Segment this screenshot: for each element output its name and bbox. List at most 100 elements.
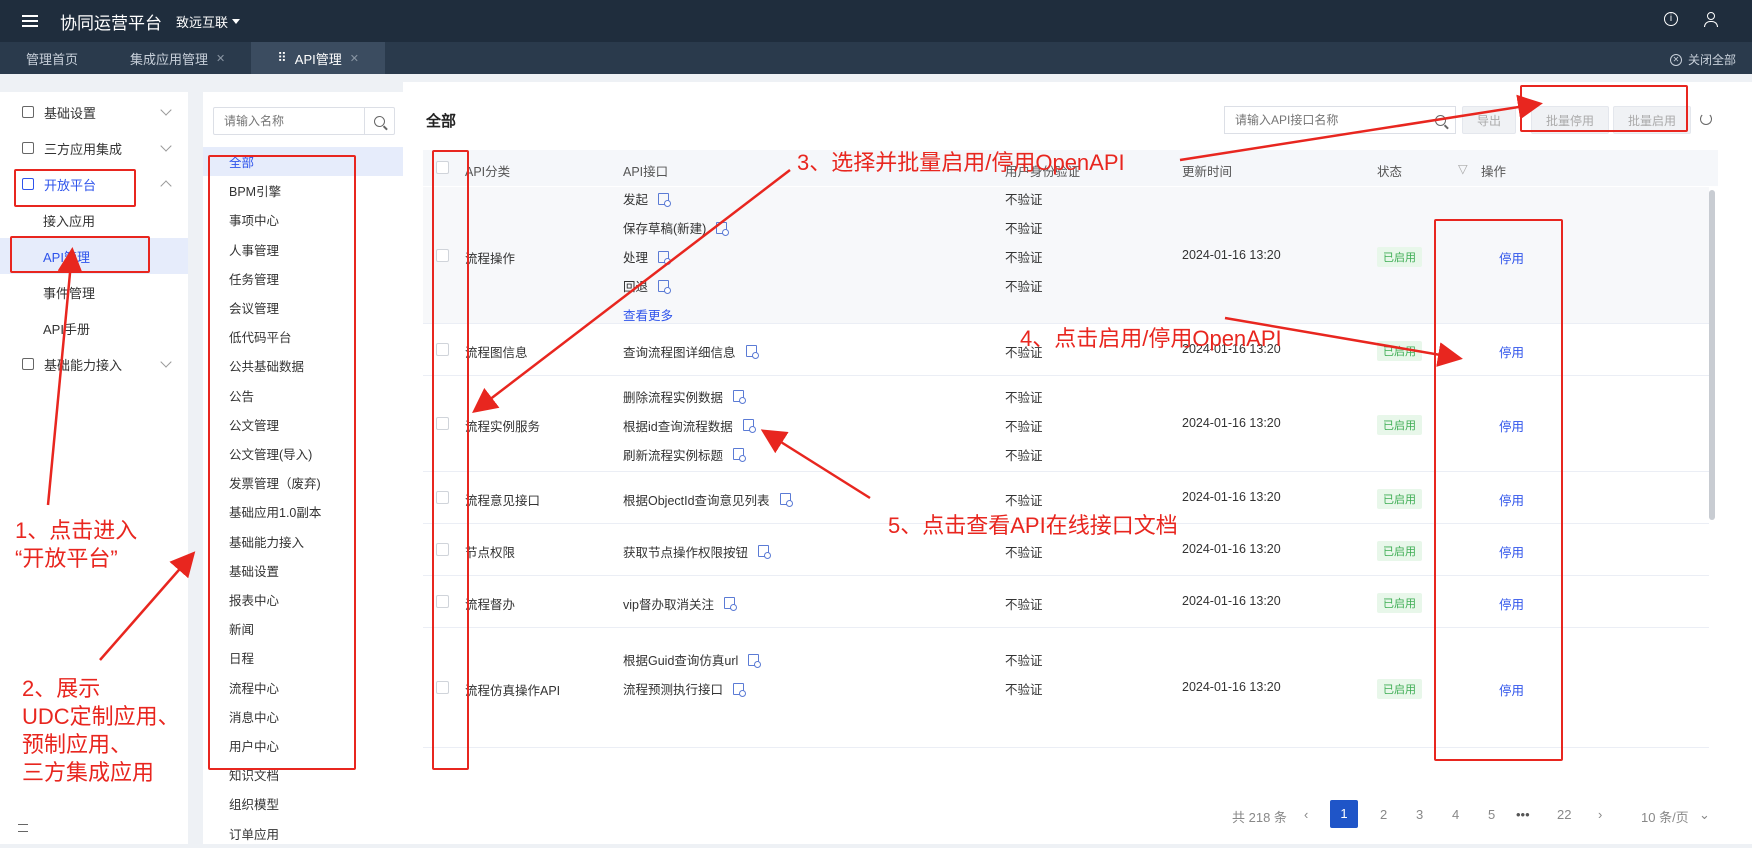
table-row[interactable]: 流程意见接口 根据ObjectId查询意见列表 不验证 2024-01-16 13… (423, 472, 1709, 524)
category-item[interactable]: 用户中心 (203, 731, 403, 760)
row-checkbox[interactable] (436, 417, 449, 430)
close-icon[interactable]: ✕ (216, 52, 225, 65)
category-item[interactable]: 消息中心 (203, 702, 403, 731)
close-all-button[interactable]: ✕ 关闭全部 (1669, 51, 1736, 68)
category-item[interactable]: 公共基础数据 (203, 351, 403, 380)
next-page-icon[interactable]: › (1598, 807, 1602, 822)
menu-icon[interactable] (22, 15, 38, 27)
page-1[interactable]: 1 (1330, 800, 1358, 828)
api-doc-icon[interactable] (723, 597, 737, 611)
table-row[interactable]: 流程仿真操作API 根据Guid查询仿真url 流程预测执行接口 不验证 不验证 2… (423, 628, 1709, 748)
page-22[interactable]: 22 (1557, 807, 1571, 822)
disable-link[interactable]: 停用 (1499, 342, 1524, 361)
sidebar-sub-access-apps[interactable]: 接入应用 (0, 202, 188, 238)
sidebar-item-open-platform[interactable]: 开放平台 (0, 166, 188, 202)
category-item[interactable]: 组织模型 (203, 789, 403, 818)
disable-link[interactable]: 停用 (1499, 594, 1524, 613)
api-doc-icon[interactable] (758, 545, 772, 559)
batch-enable-button[interactable]: 批量启用 (1613, 106, 1692, 134)
collapse-sidebar-icon[interactable] (18, 824, 28, 832)
batch-disable-button[interactable]: 批量停用 (1531, 106, 1610, 134)
row-checkbox[interactable] (436, 343, 449, 356)
refresh-icon[interactable] (1700, 113, 1712, 125)
row-checkbox[interactable] (436, 543, 449, 556)
select-all-checkbox[interactable] (436, 161, 449, 174)
category-item[interactable]: 公告 (203, 381, 403, 410)
table-scrollbar[interactable] (1709, 190, 1715, 520)
disable-link[interactable]: 停用 (1499, 680, 1524, 699)
api-search-input[interactable] (1225, 107, 1425, 133)
page-size-select[interactable]: 10 条/页 (1641, 807, 1689, 826)
disable-link[interactable]: 停用 (1499, 490, 1524, 509)
api-doc-icon[interactable] (733, 448, 747, 462)
category-item[interactable]: 基础设置 (203, 556, 403, 585)
category-item[interactable]: BPM引擎 (203, 176, 403, 205)
category-item[interactable]: 基础能力接入 (203, 527, 403, 556)
disable-link[interactable]: 停用 (1499, 416, 1524, 435)
api-doc-icon[interactable] (733, 682, 747, 697)
category-item[interactable]: 基础应用1.0副本 (203, 497, 403, 526)
tab-integration[interactable]: 集成应用管理 ✕ (104, 42, 251, 74)
page-3[interactable]: 3 (1416, 807, 1423, 822)
page-ellipsis[interactable]: ••• (1516, 807, 1530, 822)
row-checkbox[interactable] (436, 681, 449, 694)
sidebar-sub-api-manual[interactable]: API手册 (0, 310, 188, 346)
sidebar-item-basic-capability[interactable]: 基础能力接入 (0, 346, 188, 382)
category-item[interactable]: 流程中心 (203, 673, 403, 702)
page-4[interactable]: 4 (1452, 807, 1459, 822)
tab-home[interactable]: 管理首页 (0, 42, 104, 74)
api-doc-icon[interactable] (716, 221, 730, 236)
export-button[interactable]: 导出 (1462, 106, 1517, 134)
category-item[interactable]: 发票管理（废弃) (203, 468, 403, 497)
api-doc-icon[interactable] (742, 419, 756, 433)
org-switcher[interactable]: 致远互联 (176, 12, 241, 31)
sidebar-item-basic-settings[interactable]: 基础设置 (0, 94, 188, 130)
api-doc-icon[interactable] (658, 279, 672, 294)
table-row[interactable]: 流程图信息 查询流程图详细信息 不验证 2024-01-16 13:20 已启用 停用 (423, 324, 1709, 376)
table-row[interactable]: 流程操作 发起 保存草稿(新建) 处理 回退 不验证 不验证 不验证 不验证 查看更多 2… (423, 187, 1709, 324)
category-item[interactable]: 事项中心 (203, 205, 403, 234)
table-row[interactable]: 节点权限 获取节点操作权限按钮 不验证 2024-01-16 13:20 已启用 停用 (423, 524, 1709, 576)
category-item[interactable]: 新闻 (203, 614, 403, 643)
info-icon[interactable]: i (1664, 12, 1678, 26)
category-item[interactable]: 人事管理 (203, 235, 403, 264)
disable-link[interactable]: 停用 (1499, 248, 1524, 267)
sidebar-sub-api-management[interactable]: API管理 (0, 238, 188, 274)
sidebar-sub-event-management[interactable]: 事件管理 (0, 274, 188, 310)
category-item[interactable]: 任务管理 (203, 264, 403, 293)
category-item[interactable]: 报表中心 (203, 585, 403, 614)
category-item[interactable]: 日程 (203, 643, 403, 672)
category-item[interactable]: 订单应用 (203, 819, 403, 848)
disable-link[interactable]: 停用 (1499, 542, 1524, 561)
sidebar-item-third-party[interactable]: 三方应用集成 (0, 130, 188, 166)
user-icon[interactable] (1704, 12, 1718, 27)
chevron-down-icon[interactable]: ⌄ (1699, 807, 1710, 823)
close-icon[interactable]: ✕ (350, 52, 359, 65)
category-item[interactable]: 知识文档 (203, 760, 403, 789)
tab-api-management[interactable]: ⠿ API管理 ✕ (251, 42, 385, 74)
api-doc-icon[interactable] (658, 192, 672, 207)
api-doc-icon[interactable] (779, 493, 793, 507)
row-checkbox[interactable] (436, 491, 449, 504)
page-5[interactable]: 5 (1488, 807, 1495, 822)
api-doc-icon[interactable] (658, 250, 672, 265)
category-item[interactable]: 会议管理 (203, 293, 403, 322)
row-checkbox[interactable] (436, 248, 449, 262)
page-2[interactable]: 2 (1380, 807, 1387, 822)
prev-page-icon[interactable]: ‹ (1304, 807, 1308, 822)
category-search-input[interactable] (214, 108, 364, 134)
api-doc-icon[interactable] (745, 345, 759, 359)
category-item[interactable]: 公文管理 (203, 410, 403, 439)
category-item[interactable]: 低代码平台 (203, 322, 403, 351)
view-more-link[interactable]: 查看更多 (623, 305, 673, 324)
api-doc-icon[interactable] (748, 653, 762, 668)
category-item[interactable]: 全部 (203, 147, 403, 176)
category-search-button[interactable] (364, 108, 394, 134)
category-item[interactable]: 公文管理(导入) (203, 439, 403, 468)
row-checkbox[interactable] (436, 595, 449, 608)
table-row[interactable]: 流程督办 vip督办取消关注 不验证 2024-01-16 13:20 已启用 停用 (423, 576, 1709, 628)
api-search-button[interactable] (1425, 107, 1455, 133)
table-row[interactable]: 流程实例服务 删除流程实例数据 根据id查询流程数据 刷新流程实例标题 不验证不… (423, 376, 1709, 472)
filter-icon[interactable]: ▽ (1458, 161, 1468, 176)
api-doc-icon[interactable] (733, 390, 747, 404)
